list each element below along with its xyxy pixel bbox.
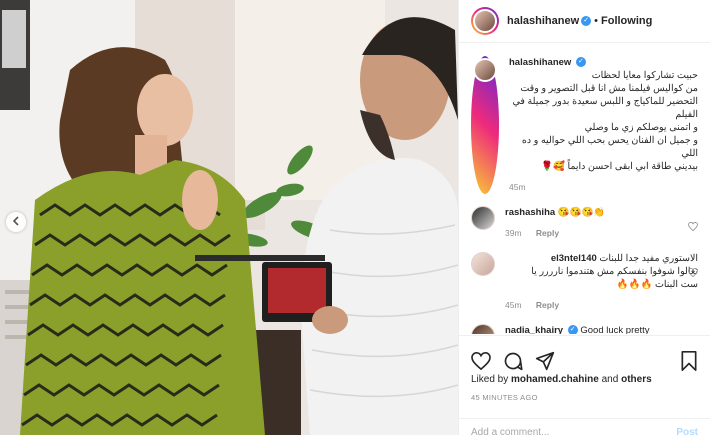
likes-others[interactable]: others bbox=[621, 374, 652, 385]
comment-text: Good luck pretty bbox=[580, 325, 650, 334]
comment-like-heart-icon[interactable] bbox=[688, 264, 698, 282]
action-bar bbox=[459, 335, 710, 375]
post-comment-button[interactable]: Post bbox=[676, 427, 698, 435]
comment-username[interactable]: rashashiha bbox=[505, 207, 555, 218]
caption: halashihanew ✓ حبيت تشاركوا معايا لحظات … bbox=[459, 44, 710, 194]
author-username[interactable]: halashihanew bbox=[507, 15, 579, 27]
comment-time[interactable]: 45m bbox=[505, 300, 522, 310]
carousel-prev-button[interactable] bbox=[6, 212, 26, 232]
likes-user[interactable]: mohamed.chahine bbox=[511, 374, 599, 385]
commenter-avatar[interactable] bbox=[471, 206, 495, 230]
caption-line: و جميل ان الفنان يحس بحب اللي حواليه و د… bbox=[521, 135, 698, 159]
likes-and: and bbox=[601, 374, 619, 385]
comment-text-line: تعالوا شوفوا بنفسكم مش هتندموا نارررر يا bbox=[531, 266, 698, 277]
comment-text: الاستوري مفيد جدا للبنات bbox=[599, 253, 698, 264]
following-button[interactable]: Following bbox=[601, 15, 652, 27]
comment-text-line: ست البنات 🔥🔥🔥 bbox=[616, 279, 698, 290]
commenter-avatar[interactable] bbox=[471, 324, 495, 334]
bookmark-icon[interactable] bbox=[680, 350, 698, 371]
verified-badge-icon: ✓ bbox=[581, 16, 592, 26]
comment-input[interactable]: Add a comment... bbox=[471, 427, 549, 435]
author-avatar[interactable] bbox=[471, 7, 499, 35]
comment-item: nadia_khairy ✓ Good luck pretty bbox=[459, 312, 710, 334]
chevron-left-icon bbox=[12, 213, 20, 231]
comment-time[interactable]: 39m bbox=[505, 228, 522, 238]
caption-username[interactable]: halashihanew bbox=[509, 57, 571, 68]
caption-avatar[interactable] bbox=[471, 56, 499, 194]
verified-badge-icon: ✓ bbox=[575, 57, 586, 68]
caption-line: و اتمنى يوصلكم زي ما وصلي bbox=[584, 122, 698, 133]
caption-line: حبيت تشاركوا معايا لحظات bbox=[591, 70, 698, 81]
post-timestamp[interactable]: 45 MINUTES AGO bbox=[471, 393, 538, 402]
likes-summary: Liked by mohamed.chahine and others bbox=[471, 374, 652, 385]
reply-button[interactable]: Reply bbox=[536, 228, 559, 238]
separator-dot: • bbox=[594, 15, 598, 27]
post-header: halashihanew ✓ • Following bbox=[459, 0, 710, 43]
photo-illustration bbox=[0, 0, 458, 435]
caption-line: التحضير للماكياج و اللبس سعيدة بدور جميل… bbox=[512, 96, 698, 120]
caption-line: بيديني طاقة ابي ابقى احسن دايماً 🥰🌹 bbox=[541, 161, 698, 172]
add-comment-bar: Add a comment... Post bbox=[459, 418, 710, 435]
comment-item: el3ntel140 الاستوري مفيد جدا للبنات تعال… bbox=[459, 240, 710, 312]
caption-time[interactable]: 45m bbox=[509, 182, 526, 192]
comments-list: halashihanew ✓ حبيت تشاركوا معايا لحظات … bbox=[459, 44, 710, 334]
comment-username[interactable]: nadia_khairy bbox=[505, 325, 563, 334]
heart-icon[interactable] bbox=[471, 351, 491, 370]
likes-prefix: Liked by bbox=[471, 374, 509, 385]
post-side-panel: halashihanew ✓ • Following halashihanew … bbox=[458, 0, 710, 435]
comment-username[interactable]: el3ntel140 bbox=[551, 253, 597, 264]
post-photo[interactable] bbox=[0, 0, 458, 435]
comment-bubble-icon[interactable] bbox=[503, 351, 523, 371]
caption-line: من كواليس فيلمنا مش انا قبل التصوير و وق… bbox=[520, 83, 698, 94]
verified-badge-icon: ✓ bbox=[567, 325, 578, 334]
paper-plane-icon[interactable] bbox=[535, 351, 555, 371]
comment-like-heart-icon[interactable] bbox=[688, 218, 698, 236]
commenter-avatar[interactable] bbox=[471, 252, 495, 276]
reply-button[interactable]: Reply bbox=[536, 300, 559, 310]
comment-text: 😘😘😘👏 bbox=[557, 207, 606, 218]
comment-item: rashashiha 😘😘😘👏 39m Reply bbox=[459, 194, 710, 240]
